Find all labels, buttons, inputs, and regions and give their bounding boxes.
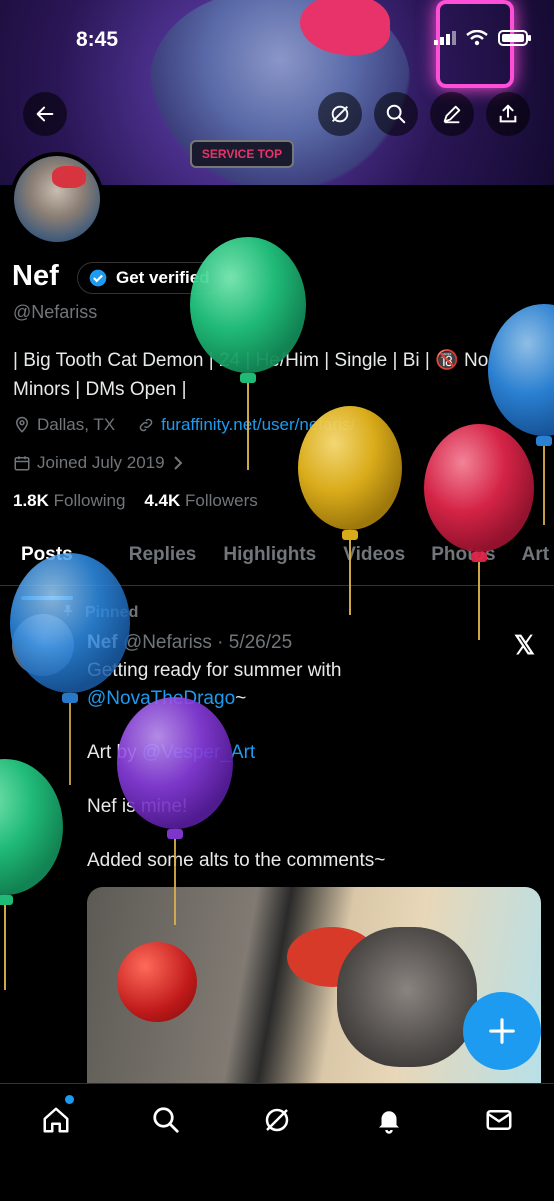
tab-highlights[interactable]: Highlights [223, 540, 316, 585]
follow-counts: 1.8K Following 4.4K Followers [13, 491, 258, 511]
post-line-3: Nef is mine! [87, 796, 188, 817]
chevron-right-icon [173, 456, 183, 470]
balloon-green-2 [0, 759, 63, 990]
following-count: 1.8K [13, 491, 49, 510]
grok-icon [265, 1108, 289, 1132]
pinned-indicator: Pinned [63, 604, 140, 622]
balloon-red [424, 424, 534, 640]
grok-icon [331, 105, 349, 123]
share-button[interactable] [486, 92, 530, 136]
post-art-credit: Art by @Vesper_Art [87, 742, 255, 764]
search-button[interactable] [374, 92, 418, 136]
x-logo-icon: 𝕏 [514, 630, 535, 660]
media-red-shape [117, 942, 197, 1022]
get-verified-label: Get verified [116, 268, 210, 287]
get-verified-button[interactable]: Get verified [77, 262, 225, 294]
edit-button[interactable] [430, 92, 474, 136]
pinned-label: Pinned [85, 604, 139, 621]
following-label: Following [53, 491, 126, 510]
avatar-hair [52, 166, 86, 188]
status-time: 8:45 [76, 28, 119, 51]
post-line-1: Getting ready for summer with [87, 660, 342, 681]
banner-collar-text: SERVICE TOP [190, 140, 294, 168]
profile-bio: | Big Tooth Cat Demon | 24 | He/Him | Si… [13, 346, 533, 404]
back-arrow-icon [36, 106, 54, 122]
bottom-nav [0, 1083, 554, 1201]
following-link[interactable]: 1.8K Following [13, 491, 125, 510]
profile-handle: @Nefariss [13, 302, 98, 322]
tab-art[interactable]: Art [522, 540, 549, 585]
tab-videos[interactable]: Videos [343, 540, 405, 585]
tab-posts[interactable]: Posts [21, 540, 73, 600]
post-art-by-label: Art by [87, 742, 142, 763]
search-icon [386, 104, 406, 124]
tab-replies[interactable]: Replies [129, 540, 197, 585]
wifi-icon [466, 30, 488, 46]
search-icon [153, 1107, 179, 1133]
post-line-4: Added some alts to the comments~ [87, 850, 386, 871]
profile-joined: Joined July 2019 [37, 453, 165, 472]
profile-meta-row: Dallas, TX furaffinity.net/user/nefaris/ [13, 415, 355, 435]
edit-icon [443, 105, 461, 124]
post-author-name[interactable]: Nef [87, 632, 118, 653]
location-icon [15, 416, 29, 433]
pin-icon [63, 605, 73, 617]
post-handle-date: @Nefariss · 5/26/25 [122, 632, 293, 653]
calendar-icon [14, 456, 30, 471]
plus-icon [489, 1018, 515, 1044]
nav-messages[interactable] [481, 1102, 517, 1138]
nav-notifications[interactable] [371, 1102, 407, 1138]
profile-joined-row[interactable]: Joined July 2019 [13, 453, 185, 473]
signal-icon [434, 31, 456, 45]
profile-location: Dallas, TX [37, 415, 116, 434]
profile-tabs: Posts Replies Highlights Videos Photos A… [0, 540, 554, 600]
balloon-blue-1 [488, 304, 554, 525]
followers-label: Followers [185, 491, 258, 510]
post-author-avatar[interactable] [12, 614, 74, 676]
nav-home[interactable] [38, 1102, 74, 1138]
battery-icon [498, 30, 531, 46]
notifications-icon [379, 1111, 399, 1134]
post-mention-nova[interactable]: @NovaTheDrago [87, 688, 235, 709]
profile-name: Nef [12, 260, 59, 292]
nav-search[interactable] [148, 1102, 184, 1138]
post-mention-suffix: ~ [235, 688, 247, 709]
share-icon [499, 104, 517, 123]
grok-button[interactable] [318, 92, 362, 136]
status-icons [434, 30, 532, 46]
compose-button[interactable] [463, 992, 541, 1070]
tab-photos[interactable]: Photos [431, 540, 495, 585]
followers-count: 4.4K [144, 491, 181, 510]
home-icon [43, 1107, 69, 1133]
back-button[interactable] [23, 92, 67, 136]
post-line-2: @NovaTheDrago~ [87, 688, 246, 710]
verified-badge-icon [89, 269, 107, 287]
followers-link[interactable]: 4.4K Followers [144, 491, 257, 510]
bio-line-2: Minors | DMs Open | [13, 379, 187, 400]
post-header: Nef @Nefariss · 5/26/25 [87, 632, 292, 654]
bio-line-1: | Big Tooth Cat Demon | 24 | He/Him | Si… [13, 350, 489, 371]
post-mention-vesper[interactable]: @Vesper_Art [142, 742, 255, 763]
media-character-head [337, 927, 477, 1067]
nav-grok[interactable] [259, 1102, 295, 1138]
profile-avatar[interactable] [10, 152, 104, 246]
messages-icon [486, 1110, 512, 1130]
home-unread-dot [63, 1093, 76, 1106]
profile-website-link[interactable]: furaffinity.net/user/nefaris/ [161, 415, 355, 435]
link-icon [139, 418, 153, 432]
